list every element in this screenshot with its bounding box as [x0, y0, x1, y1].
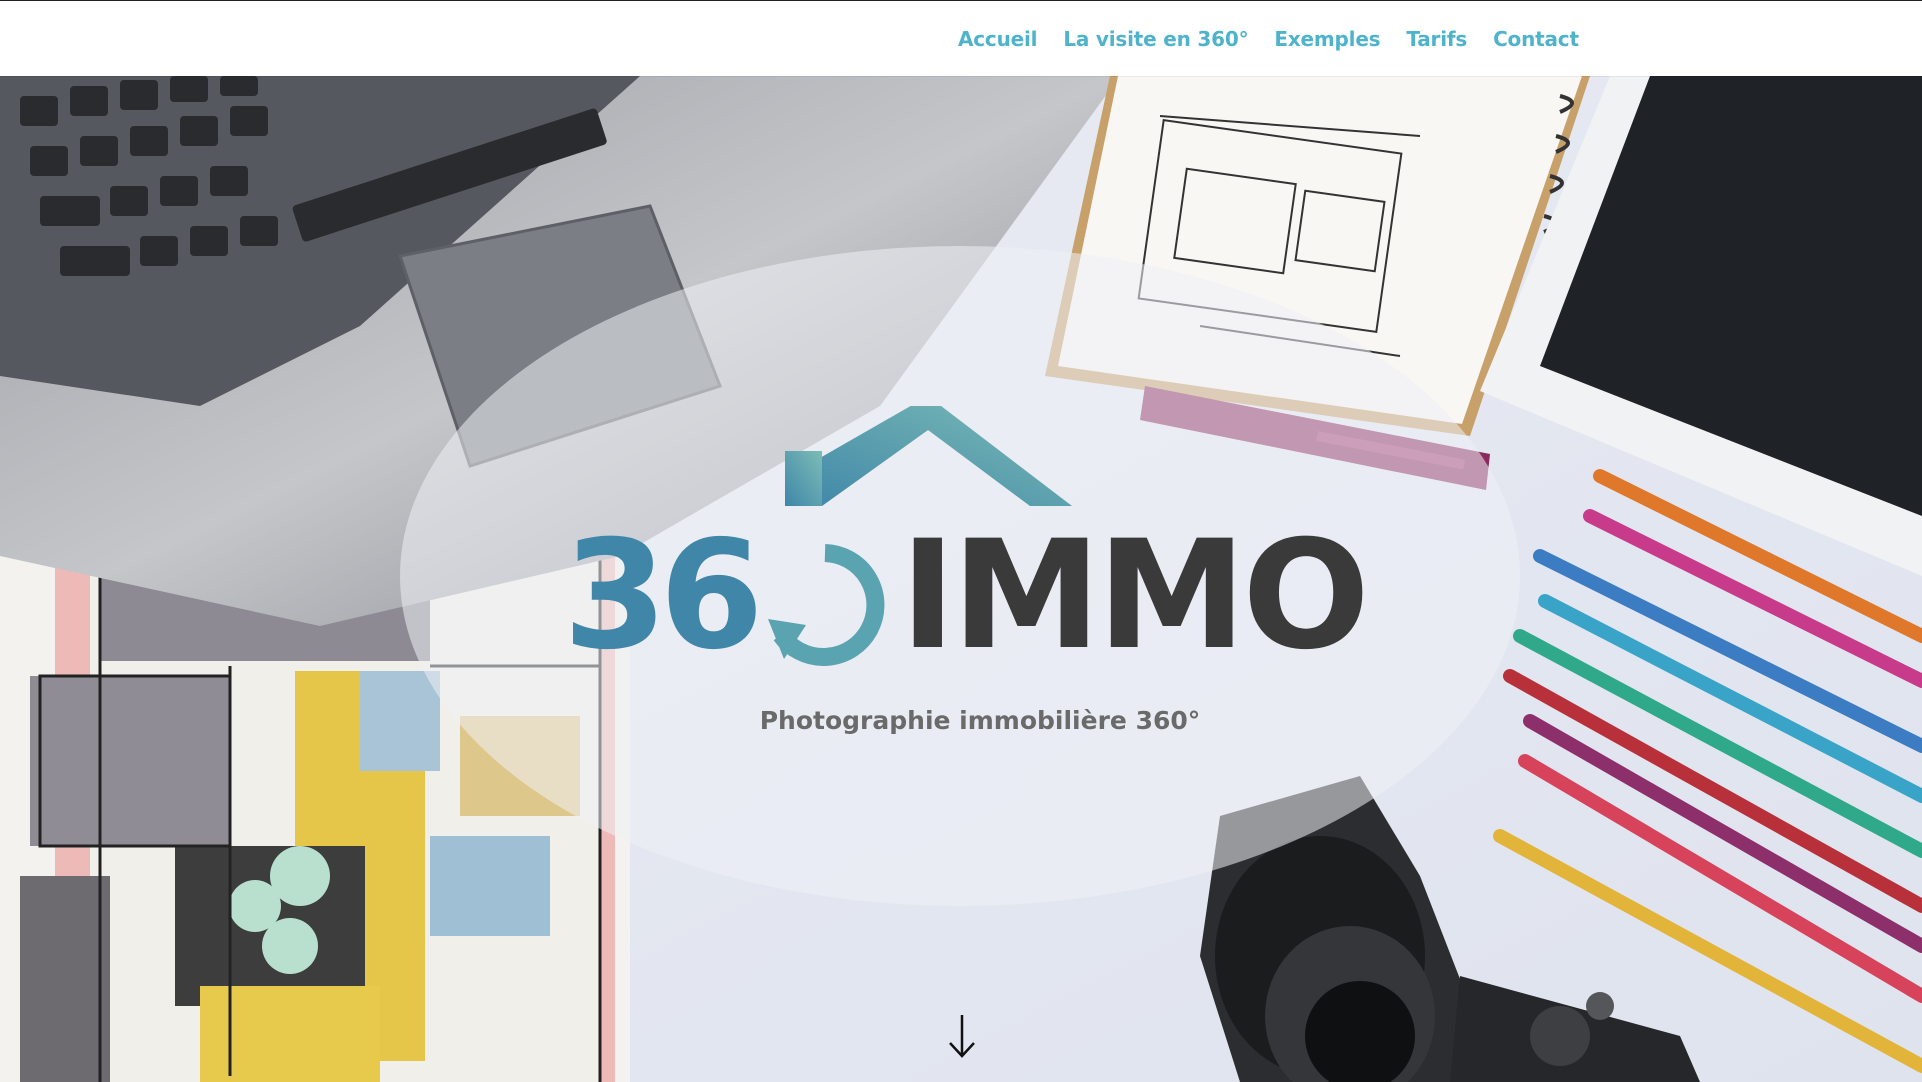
logo-360: 36 — [563, 509, 764, 683]
logo-immo: IMMO — [900, 509, 1370, 683]
nav-contact[interactable]: Contact — [1493, 27, 1579, 51]
house-roof-icon — [785, 396, 1072, 506]
rotate-360-icon — [768, 544, 885, 666]
logo: 36 IMMO — [560, 396, 1370, 826]
nav-visite-360[interactable]: La visite en 360° — [1063, 27, 1248, 51]
nav-tarifs[interactable]: Tarifs — [1406, 27, 1467, 51]
nav-accueil[interactable]: Accueil — [958, 27, 1038, 51]
nav-exemples[interactable]: Exemples — [1274, 27, 1380, 51]
site-header: Accueil La visite en 360° Exemples Tarif… — [0, 0, 1922, 76]
main-nav: Accueil La visite en 360° Exemples Tarif… — [958, 27, 1579, 51]
tagline: Photographie immobilière 360° — [759, 706, 1201, 735]
hero-section: 36 IMMO Photographie immobilière 360° — [0, 76, 1922, 1082]
arrow-down-icon[interactable] — [944, 1011, 980, 1061]
logo-wordmark: 36 IMMO — [560, 509, 1370, 683]
